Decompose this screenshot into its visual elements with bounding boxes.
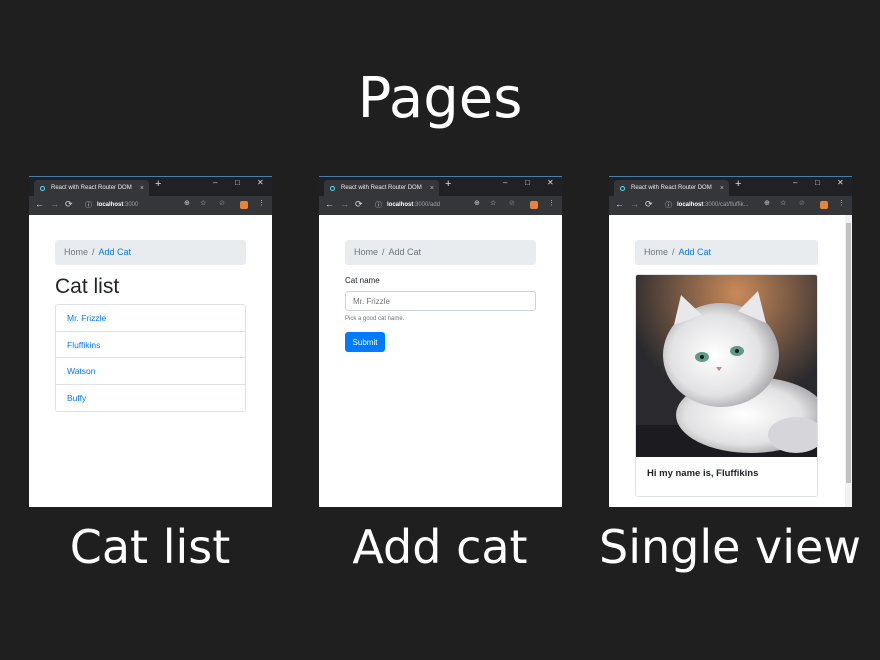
forward-icon[interactable]: → [50, 199, 59, 209]
bookmark-star-icon[interactable]: ☆ [780, 199, 786, 207]
breadcrumb: Home / Add Cat [55, 240, 246, 265]
browser-tab[interactable]: React with React Router DOM × [324, 180, 439, 197]
tab-bar: React with React Router DOM × + – □ ✕ [319, 176, 562, 197]
browser-tab[interactable]: React with React Router DOM × [614, 180, 729, 197]
cat-card: Hi my name is, Fluffikins [635, 274, 818, 497]
caption-single-view: Single view [599, 520, 861, 574]
cat-name-help-text: Pick a good cat name. [345, 316, 405, 322]
new-tab-icon[interactable]: + [735, 178, 741, 190]
tab-title: React with React Router DOM [631, 185, 712, 191]
minimize-icon[interactable]: – [793, 178, 797, 187]
caption-cat-list: Cat list [69, 520, 231, 574]
breadcrumb: Home / Add Cat [635, 240, 818, 265]
minimize-icon[interactable]: – [213, 178, 217, 187]
close-tab-icon[interactable]: × [430, 180, 434, 197]
breadcrumb-home[interactable]: Home [644, 247, 668, 257]
zoom-icon[interactable]: ⊕ [474, 199, 480, 207]
bookmark-star-icon[interactable]: ☆ [200, 199, 206, 207]
submit-button[interactable]: Submit [345, 332, 385, 352]
info-icon[interactable]: ⓘ [375, 200, 382, 210]
back-icon[interactable]: ← [615, 199, 624, 209]
menu-icon[interactable]: ⋮ [838, 199, 845, 207]
zoom-icon[interactable]: ⊕ [764, 199, 770, 207]
breadcrumb-separator: / [382, 247, 385, 257]
new-tab-icon[interactable]: + [445, 178, 451, 190]
cat-photo [636, 275, 817, 457]
blocked-icon[interactable]: ⊘ [219, 199, 225, 207]
browser-window-cat-list: React with React Router DOM × + – □ ✕ ← … [29, 176, 272, 507]
breadcrumb-home[interactable]: Home [64, 247, 88, 257]
caption-add-cat: Add cat [352, 520, 528, 574]
cat-card-text: Hi my name is, Fluffikins [647, 468, 759, 479]
cat-list-item[interactable]: Mr. Frizzle [56, 305, 245, 332]
cat-list-item[interactable]: Watson [56, 358, 245, 385]
cat-list: Mr. Frizzle Fluffikins Watson Buffy [55, 304, 246, 412]
tab-title: React with React Router DOM [341, 185, 422, 191]
minimize-icon[interactable]: – [503, 178, 507, 187]
url-field[interactable]: localhost:3000/cat/fluffik... [677, 199, 749, 212]
close-window-icon[interactable]: ✕ [257, 178, 264, 187]
maximize-icon[interactable]: □ [815, 178, 820, 187]
close-tab-icon[interactable]: × [140, 180, 144, 197]
page-heading: Cat list [55, 275, 120, 298]
url-field[interactable]: localhost:3000/add [387, 199, 440, 212]
info-icon[interactable]: ⓘ [665, 200, 672, 210]
maximize-icon[interactable]: □ [525, 178, 530, 187]
forward-icon[interactable]: → [340, 199, 349, 209]
tab-bar: React with React Router DOM × + – □ ✕ [29, 176, 272, 197]
address-bar: ← → ⟳ ⓘ localhost:3000 ⊕ ☆ ⊘ ⋮ [29, 196, 272, 215]
react-favicon-icon [330, 186, 335, 191]
breadcrumb-separator: / [92, 247, 95, 257]
new-tab-icon[interactable]: + [155, 178, 161, 190]
blocked-icon[interactable]: ⊘ [509, 199, 515, 207]
back-icon[interactable]: ← [35, 199, 44, 209]
breadcrumb-add-cat-link[interactable]: Add Cat [99, 247, 132, 257]
menu-icon[interactable]: ⋮ [548, 199, 555, 207]
extension-icon[interactable] [820, 201, 828, 209]
reload-icon[interactable]: ⟳ [645, 199, 653, 210]
breadcrumb-add-cat-link[interactable]: Add Cat [679, 247, 712, 257]
scrollbar-thumb[interactable] [846, 223, 851, 483]
info-icon[interactable]: ⓘ [85, 200, 92, 210]
page-content: Home /Add Cat Cat name Pick a good cat na… [319, 215, 562, 507]
close-window-icon[interactable]: ✕ [837, 178, 844, 187]
blocked-icon[interactable]: ⊘ [799, 199, 805, 207]
close-window-icon[interactable]: ✕ [547, 178, 554, 187]
breadcrumb-current: Add Cat [388, 247, 422, 257]
tab-bar: React with React Router DOM × + – □ ✕ [609, 176, 852, 197]
cat-name-label: Cat name [345, 276, 380, 285]
extension-icon[interactable] [530, 201, 538, 209]
slide-title: Pages [357, 66, 523, 131]
tab-title: React with React Router DOM [51, 185, 132, 191]
cat-name-input[interactable] [345, 291, 536, 311]
page-content: Home / Add Cat Cat list Mr. Frizzle Fluffi… [29, 215, 272, 507]
breadcrumb-home[interactable]: Home [354, 247, 378, 257]
zoom-icon[interactable]: ⊕ [184, 199, 190, 207]
cat-list-item[interactable]: Buffy [56, 385, 245, 412]
menu-icon[interactable]: ⋮ [258, 199, 265, 207]
browser-tab[interactable]: React with React Router DOM × [34, 180, 149, 197]
page-content: Home / Add Cat Hi my name is, Fluffikins [609, 215, 852, 507]
forward-icon[interactable]: → [630, 199, 639, 209]
browser-window-add-cat: React with React Router DOM × + – □ ✕ ← … [319, 176, 562, 507]
scrollbar[interactable] [845, 215, 852, 507]
url-field[interactable]: localhost:3000 [97, 199, 138, 212]
bookmark-star-icon[interactable]: ☆ [490, 199, 496, 207]
back-icon[interactable]: ← [325, 199, 334, 209]
close-tab-icon[interactable]: × [720, 180, 724, 197]
extension-icon[interactable] [240, 201, 248, 209]
reload-icon[interactable]: ⟳ [355, 199, 363, 210]
react-favicon-icon [40, 186, 45, 191]
address-bar: ← → ⟳ ⓘ localhost:3000/cat/fluffik... ⊕ … [609, 196, 852, 215]
breadcrumb: Home / Add Cat [345, 240, 536, 265]
browser-window-single-view: React with React Router DOM × + – □ ✕ ← … [609, 176, 852, 507]
react-favicon-icon [620, 186, 625, 191]
breadcrumb-separator: / [672, 247, 675, 257]
maximize-icon[interactable]: □ [235, 178, 240, 187]
reload-icon[interactable]: ⟳ [65, 199, 73, 210]
address-bar: ← → ⟳ ⓘ localhost:3000/add ⊕ ☆ ⊘ ⋮ [319, 196, 562, 215]
cat-list-item[interactable]: Fluffikins [56, 332, 245, 358]
